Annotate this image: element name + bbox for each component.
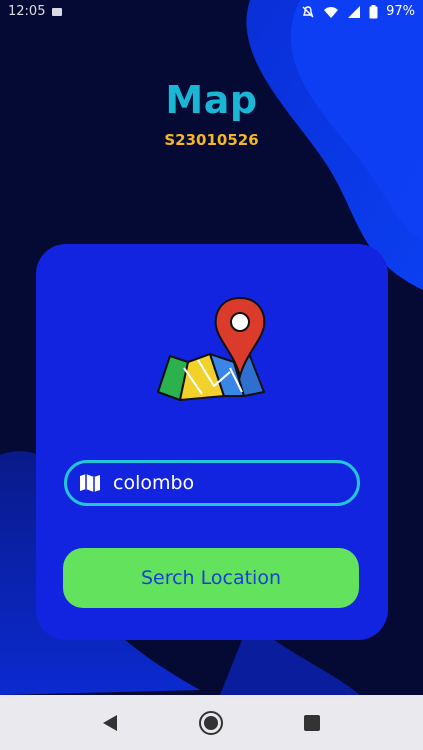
student-id: S23010526 [164,131,259,149]
status-left: 12:05 [8,4,63,19]
search-input-field[interactable] [64,460,360,506]
recents-icon[interactable] [299,710,325,736]
map-icon [79,472,101,494]
signal-icon [347,5,361,19]
page-title: Map [165,78,258,122]
status-time: 12:05 [8,4,46,19]
search-location-button[interactable]: Serch Location [63,548,359,608]
status-right: 97% [301,4,415,19]
battery-percent: 97% [386,4,415,19]
search-input[interactable] [113,472,333,494]
wifi-icon [323,5,339,19]
mute-icon [301,5,315,19]
home-icon[interactable] [198,710,224,736]
navigation-bar [0,695,423,750]
battery-icon [369,4,378,19]
status-bar: 12:05 97% [0,0,423,24]
notification-icon [51,6,63,18]
back-icon[interactable] [97,710,123,736]
map-pin-illustration-icon [157,296,266,401]
search-card: Serch Location [36,244,388,640]
